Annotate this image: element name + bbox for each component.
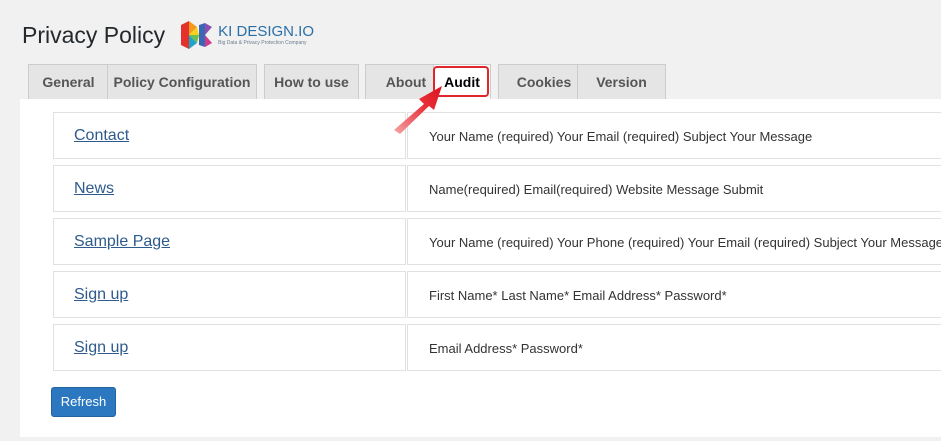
tab-policy-configuration[interactable]: Policy Configuration [107, 64, 257, 99]
audit-panel: Contact Your Name (required) Your Email … [20, 99, 941, 437]
page-cell: Sign up [53, 271, 406, 318]
fields-cell: Email Address* Password* [407, 324, 941, 371]
table-row: Contact Your Name (required) Your Email … [53, 112, 941, 161]
tab-version[interactable]: Version [577, 64, 666, 99]
tab-general[interactable]: General [28, 64, 109, 99]
page-cell: Sign up [53, 324, 406, 371]
logo-name: KI DESIGN.IO [218, 23, 315, 40]
table-row: Sign up Email Address* Password* [53, 324, 941, 373]
ki-design-logo-icon [181, 21, 213, 49]
form-fields-text: Your Name (required) Your Phone (require… [429, 235, 941, 250]
refresh-button[interactable]: Refresh [51, 387, 116, 417]
form-fields-text: Your Name (required) Your Email (require… [429, 129, 813, 144]
page-link-contact[interactable]: Contact [74, 127, 129, 145]
page-cell: News [53, 165, 406, 212]
page-link-sign-up[interactable]: Sign up [74, 286, 128, 304]
page-link-sign-up-2[interactable]: Sign up [74, 339, 128, 357]
tab-how-to-use[interactable]: How to use [264, 64, 359, 99]
page-link-sample-page[interactable]: Sample Page [74, 233, 170, 251]
form-fields-text: Name(required) Email(required) Website M… [429, 182, 764, 197]
page-cell: Contact [53, 112, 406, 159]
table-row: News Name(required) Email(required) Webs… [53, 165, 941, 214]
fields-cell: Your Name (required) Your Email (require… [407, 112, 941, 159]
page-header: Privacy Policy KI DESIGN.IO Big Data & P… [22, 18, 314, 52]
table-row: Sample Page Your Name (required) Your Ph… [53, 218, 941, 267]
ki-design-logo: KI DESIGN.IO Big Data & Privacy Protecti… [181, 21, 314, 49]
page-title: Privacy Policy [22, 22, 166, 48]
form-fields-text: First Name* Last Name* Email Address* Pa… [429, 288, 727, 303]
table-row: Sign up First Name* Last Name* Email Add… [53, 271, 941, 320]
tab-audit[interactable]: Audit [433, 64, 491, 100]
fields-cell: Your Name (required) Your Phone (require… [407, 218, 941, 265]
form-fields-text: Email Address* Password* [429, 341, 583, 356]
page-cell: Sample Page [53, 218, 406, 265]
tab-bar: General Policy Configuration How to use … [20, 64, 941, 100]
logo-tagline: Big Data & Privacy Protection Company [218, 40, 307, 46]
audit-table: Contact Your Name (required) Your Email … [53, 112, 941, 377]
fields-cell: First Name* Last Name* Email Address* Pa… [407, 271, 941, 318]
page-link-news[interactable]: News [74, 180, 114, 198]
fields-cell: Name(required) Email(required) Website M… [407, 165, 941, 212]
